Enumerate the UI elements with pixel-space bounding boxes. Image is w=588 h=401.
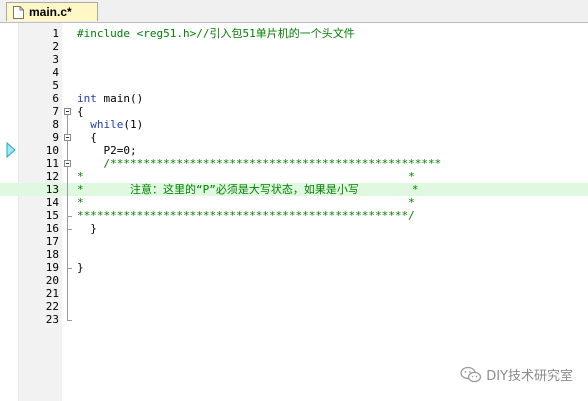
code-text: int main()	[77, 92, 143, 105]
fold-guide	[67, 268, 68, 320]
line-number: 19	[45, 261, 59, 274]
line-number: 6	[52, 92, 59, 105]
code-line[interactable]: 2	[0, 40, 588, 53]
code-text: {	[77, 105, 84, 118]
code-line[interactable]: 20	[0, 274, 588, 287]
code-text: while(1)	[77, 118, 143, 131]
code-text: }	[77, 261, 84, 274]
fold-end	[67, 320, 72, 321]
line-number: 5	[52, 79, 59, 92]
code-line[interactable]: 1 #include <reg51.h>//引入包51单片机的一个头文件	[0, 27, 588, 40]
code-text: }	[77, 222, 97, 235]
code-line[interactable]: 12 * *	[0, 170, 588, 183]
line-number: 23	[45, 313, 59, 326]
line-number: 14	[45, 196, 59, 209]
code-token: }	[77, 261, 84, 274]
code-line[interactable]: 15 **************************************…	[0, 209, 588, 222]
tab-label: main.c*	[29, 5, 72, 19]
line-number: 21	[45, 287, 59, 300]
code-line[interactable]: 5	[0, 79, 588, 92]
code-token: #include <reg51.h>	[77, 27, 197, 40]
line-number: 8	[52, 118, 59, 131]
fold-guide	[67, 141, 68, 160]
code-line[interactable]: 10 P2=0;	[0, 144, 588, 157]
line-number: 10	[45, 144, 59, 157]
code-token: * 注意：这里的“P”必须是大写状态，如果是小写 *	[77, 183, 419, 196]
line-number: 4	[52, 66, 59, 79]
file-icon	[13, 5, 24, 19]
code-token: * *	[77, 170, 415, 183]
line-number: 3	[52, 53, 59, 66]
code-text: ****************************************…	[77, 209, 415, 222]
code-token: ****************************************…	[77, 209, 415, 222]
code-line[interactable]: 7{	[0, 105, 588, 118]
code-token: main()	[96, 92, 144, 105]
line-number: 18	[45, 248, 59, 261]
line-number: 16	[45, 222, 59, 235]
line-number: 20	[45, 274, 59, 287]
fold-toggle-icon[interactable]	[64, 108, 71, 115]
code-token: //引入包51单片机的一个头文件	[196, 27, 355, 40]
fold-guide	[67, 216, 68, 229]
code-text: P2=0;	[77, 144, 137, 157]
code-line[interactable]: 17	[0, 235, 588, 248]
wechat-icon	[460, 366, 482, 384]
code-text: #include <reg51.h>//引入包51单片机的一个头文件	[77, 27, 355, 40]
line-number: 12	[45, 170, 59, 183]
code-text: {	[77, 131, 97, 144]
code-token: }	[77, 222, 97, 235]
watermark-text: DIY技术研究室	[486, 369, 573, 384]
fold-guide	[67, 115, 68, 134]
code-line[interactable]: 4	[0, 66, 588, 79]
code-line[interactable]: 18	[0, 248, 588, 261]
line-number: 15	[45, 209, 59, 222]
line-number: 11	[45, 157, 59, 170]
code-line[interactable]: 19}	[0, 261, 588, 274]
code-line[interactable]: 21	[0, 287, 588, 300]
code-text: * *	[77, 170, 415, 183]
line-number: 7	[52, 105, 59, 118]
line-number: 2	[52, 40, 59, 53]
code-token: (1)	[123, 118, 144, 131]
code-line[interactable]: 14 * *	[0, 196, 588, 209]
code-token: * *	[77, 196, 415, 209]
line-number: 13	[45, 183, 59, 196]
fold-guide	[67, 167, 68, 216]
fold-toggle-icon[interactable]	[64, 134, 71, 141]
line-number: 22	[45, 300, 59, 313]
tab-bar: main.c*	[0, 0, 588, 23]
line-number: 1	[52, 27, 59, 40]
line-number: 17	[45, 235, 59, 248]
code-text: * 注意：这里的“P”必须是大写状态，如果是小写 *	[77, 183, 418, 196]
code-token: /***************************************…	[77, 157, 442, 170]
code-line[interactable]: 11 /************************************…	[0, 157, 588, 170]
code-token: while	[90, 118, 124, 131]
code-line[interactable]: 3	[0, 53, 588, 66]
fold-toggle-icon[interactable]	[64, 160, 71, 167]
tab-main-c[interactable]: main.c*	[6, 2, 98, 21]
code-line[interactable]: 23	[0, 313, 588, 326]
code-lines: 1 #include <reg51.h>//引入包51单片机的一个头文件 2 3 4 5 6…	[0, 27, 588, 326]
code-line[interactable]: 16 }	[0, 222, 588, 235]
code-line[interactable]: 6 int main()	[0, 92, 588, 105]
code-token: P2=0;	[77, 144, 137, 157]
code-token: int	[77, 92, 97, 105]
watermark: DIY技术研究室	[460, 365, 573, 384]
fold-guide	[67, 229, 68, 268]
code-line[interactable]: 9 {	[0, 131, 588, 144]
code-token: {	[77, 131, 97, 144]
code-line[interactable]: 13 * 注意：这里的“P”必须是大写状态，如果是小写 *	[0, 183, 588, 196]
code-line[interactable]: 22	[0, 300, 588, 313]
code-text: /***************************************…	[77, 157, 441, 170]
code-line[interactable]: 8 while(1)	[0, 118, 588, 131]
code-editor[interactable]: 1 #include <reg51.h>//引入包51单片机的一个头文件 2 3 4 5 6…	[0, 23, 588, 401]
code-token: {	[77, 105, 84, 118]
current-line-arrow-icon	[6, 141, 16, 159]
line-number: 9	[52, 131, 59, 144]
code-text: * *	[77, 196, 415, 209]
